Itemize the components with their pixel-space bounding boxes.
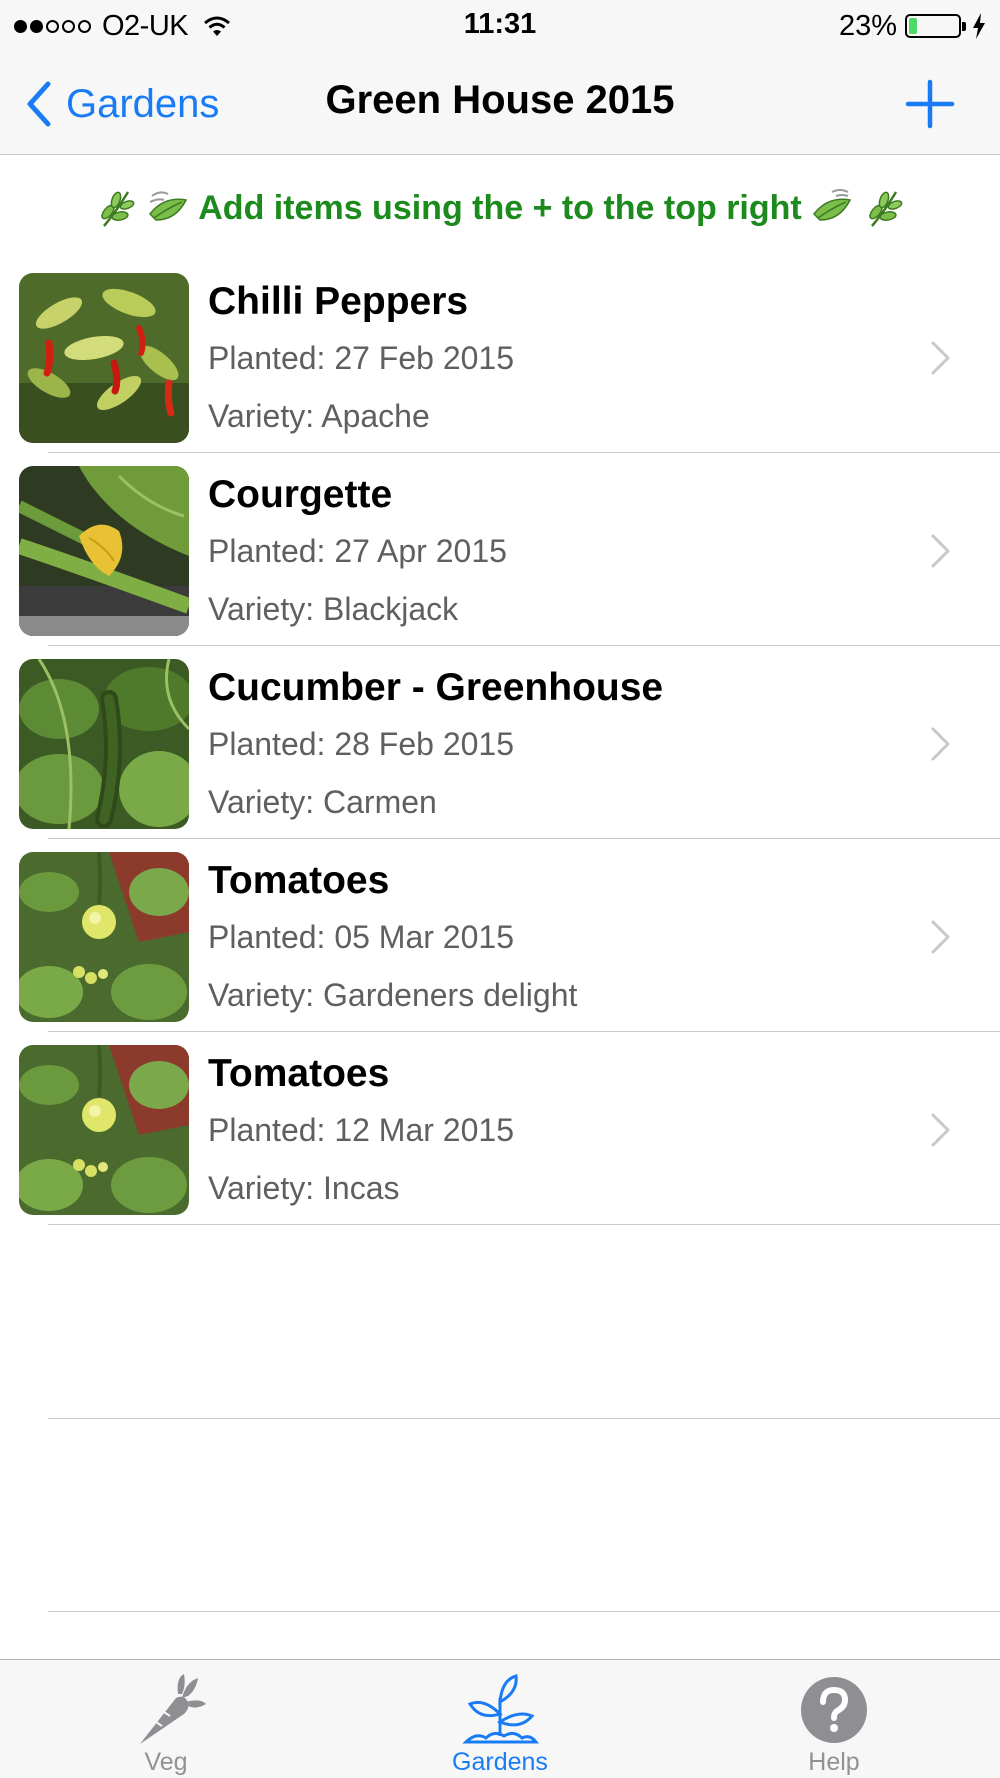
chevron-left-icon bbox=[27, 81, 51, 127]
tab-label: Help bbox=[808, 1748, 860, 1776]
item-planted-date: Planted: 28 Feb 2015 bbox=[208, 726, 515, 762]
item-variety: Variety: Blackjack bbox=[208, 591, 459, 627]
item-variety: Variety: Gardeners delight bbox=[208, 977, 578, 1013]
item-title: Cucumber - Greenhouse bbox=[208, 666, 664, 709]
navigation-bar: Gardens Green House 2015 bbox=[0, 52, 1000, 155]
herb-icon bbox=[868, 191, 903, 227]
battery-icon bbox=[905, 14, 961, 38]
item-title: Chilli Peppers bbox=[208, 280, 469, 323]
seedling-icon bbox=[462, 1674, 540, 1744]
leaf-wind-icon bbox=[149, 191, 188, 221]
charging-bolt-icon bbox=[973, 13, 985, 39]
tab-bar: Veg Gardens Help bbox=[0, 1659, 1000, 1778]
chevron-right-icon bbox=[931, 534, 950, 568]
list-item[interactable]: Chilli Peppers Planted: 27 Feb 2015 Vari… bbox=[0, 260, 1000, 453]
battery-level bbox=[909, 18, 917, 34]
status-bar: O2-UK 11:31 23% bbox=[0, 0, 1000, 52]
list-item[interactable]: Tomatoes Planted: 05 Mar 2015 Variety: G… bbox=[0, 839, 1000, 1032]
tab-veg[interactable]: Veg bbox=[66, 1660, 266, 1778]
list-item[interactable]: Cucumber - Greenhouse Planted: 28 Feb 20… bbox=[0, 646, 1000, 839]
help-icon bbox=[801, 1677, 867, 1743]
courgette-photo bbox=[19, 466, 189, 636]
carrot-icon bbox=[140, 1674, 206, 1744]
hint-text: Add items using the + to the top right bbox=[198, 188, 802, 227]
item-planted-date: Planted: 27 Apr 2015 bbox=[208, 533, 507, 569]
item-variety: Variety: Incas bbox=[208, 1170, 400, 1206]
chevron-right-icon bbox=[931, 920, 950, 954]
back-label: Gardens bbox=[66, 81, 220, 126]
item-title: Courgette bbox=[208, 473, 393, 516]
item-planted-date: Planted: 12 Mar 2015 bbox=[208, 1112, 514, 1148]
tomato-photo bbox=[19, 852, 189, 1022]
empty-row-divider bbox=[48, 1418, 1000, 1419]
item-variety: Variety: Apache bbox=[208, 398, 430, 434]
battery-percentage: 23% bbox=[838, 9, 897, 42]
plant-list: Chilli Peppers Planted: 27 Feb 2015 Vari… bbox=[0, 260, 1000, 1225]
add-item-button[interactable] bbox=[902, 76, 958, 132]
chevron-right-icon bbox=[931, 727, 950, 761]
back-button[interactable]: Gardens bbox=[26, 76, 219, 132]
item-title: Tomatoes bbox=[208, 1052, 390, 1095]
page-title: Green House 2015 bbox=[325, 78, 675, 122]
cucumber-photo bbox=[19, 659, 189, 829]
chevron-right-icon bbox=[931, 341, 950, 375]
add-items-hint: Add items using the + to the top right bbox=[0, 178, 1000, 238]
tomato-photo bbox=[19, 1045, 189, 1215]
herb-icon bbox=[101, 191, 135, 227]
tab-label: Gardens bbox=[452, 1748, 548, 1776]
tab-label: Veg bbox=[144, 1748, 188, 1776]
item-planted-date: Planted: 05 Mar 2015 bbox=[208, 919, 514, 955]
list-item[interactable]: Courgette Planted: 27 Apr 2015 Variety: … bbox=[0, 453, 1000, 646]
empty-row-divider bbox=[48, 1611, 1000, 1612]
item-planted-date: Planted: 27 Feb 2015 bbox=[208, 340, 515, 376]
list-item[interactable]: Tomatoes Planted: 12 Mar 2015 Variety: I… bbox=[0, 1032, 1000, 1225]
chilli-photo bbox=[19, 273, 189, 443]
item-title: Tomatoes bbox=[208, 859, 390, 902]
chevron-right-icon bbox=[931, 1113, 950, 1147]
leaf-wind-icon bbox=[812, 189, 851, 221]
item-variety: Variety: Carmen bbox=[208, 784, 437, 820]
tab-help[interactable]: Help bbox=[734, 1660, 934, 1778]
tab-gardens[interactable]: Gardens bbox=[400, 1660, 600, 1778]
